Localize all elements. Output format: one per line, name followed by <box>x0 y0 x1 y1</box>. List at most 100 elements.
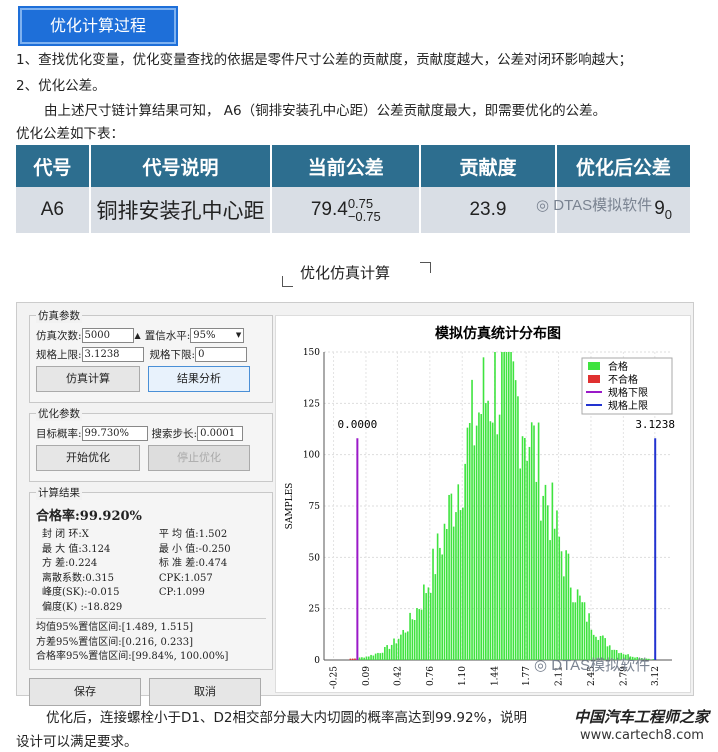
bottom-line-1: 优化后，连接螺栓小于D1、D2相交部分最大内切圆的概率高达到99.92%，说明 <box>46 710 527 726</box>
x-tick-label: 3.12 <box>651 666 661 686</box>
histogram-bar <box>429 592 432 660</box>
simulate-button[interactable]: 仿真计算 <box>36 366 140 392</box>
histogram-bar <box>583 602 586 660</box>
x-tick-label: 1.44 <box>491 666 501 686</box>
legend-item: 合格 <box>608 360 628 373</box>
histogram-bar <box>510 352 512 660</box>
histogram-bar <box>439 547 441 660</box>
histogram-bar <box>526 460 528 660</box>
histogram-bar <box>503 352 505 660</box>
histogram-bar <box>475 425 478 660</box>
histogram-bar <box>425 593 427 660</box>
stats-grid: 封 闭 环:X 平 均 值:1.502 最 大 值:3.124 最 小 值:-0.25… <box>36 528 266 615</box>
watermark-2: ◎ DTAS模拟软件 <box>534 654 650 675</box>
legend-swatch <box>588 375 600 383</box>
histogram-bar <box>487 400 489 660</box>
histogram-bar <box>406 631 409 660</box>
body-line-2: 2、优化公差。 <box>16 78 106 94</box>
y-tick-label: 100 <box>303 451 320 461</box>
target-input[interactable]: 99.730% <box>81 426 148 441</box>
start-optimize-button[interactable]: 开始优化 <box>36 445 140 471</box>
histogram-bar <box>537 422 540 660</box>
histogram-bar <box>498 414 501 660</box>
histogram-bar <box>377 652 379 660</box>
table-header-row: 代号 代号说明 当前公差 贡献度 优化后公差 <box>16 145 690 187</box>
header-current: 当前公差 <box>271 145 422 187</box>
histogram-bar <box>572 602 574 660</box>
analyze-button[interactable]: 结果分析 <box>148 366 250 392</box>
stat-row: 最 大 值:3.124 最 小 值:-0.250 <box>36 543 266 558</box>
histogram-bar <box>553 528 556 660</box>
site-url: www.cartech8.com <box>580 728 704 743</box>
save-button[interactable]: 保存 <box>29 677 141 706</box>
distribution-chart: 模拟仿真统计分布图 0 25 50 75 100 125 150 -0.25 0.09 0.42 0.… <box>275 315 691 693</box>
histogram-bar <box>411 619 414 660</box>
histogram-bar <box>517 396 519 660</box>
histogram-bar <box>574 602 577 660</box>
conf-select[interactable]: 95% ▼ <box>190 328 245 343</box>
histogram-bar <box>558 536 561 660</box>
current-lower: −0.75 <box>347 209 381 224</box>
histogram-bar <box>549 540 551 660</box>
upper-input[interactable]: 3.1238 <box>81 347 144 362</box>
histogram-bar <box>478 412 480 660</box>
histogram-bar <box>445 528 448 660</box>
conf-label: 置信水平: <box>144 330 191 342</box>
count-spinner-icon[interactable]: ▲ <box>135 331 141 340</box>
y-tick-label: 25 <box>309 605 321 615</box>
histogram-bar <box>652 658 655 660</box>
lower-limit-label: 0.0000 <box>337 418 377 431</box>
histogram-bar <box>448 494 450 660</box>
stat-item: 峰度(SK):-0.015 <box>42 587 120 598</box>
histogram-bar <box>409 612 411 660</box>
y-tick-label: 150 <box>303 348 320 358</box>
left-panel: 仿真参数 仿真次数: 5000 ▲ 置信水平: 95% ▼ 规格上限: 3.123… <box>29 308 273 710</box>
y-tick-label: 125 <box>303 399 320 409</box>
stat-item: 平 均 值:1.502 <box>158 529 228 540</box>
wechat-icon-2: ◎ <box>534 657 548 674</box>
stat-item: 最 小 值:-0.250 <box>158 543 231 555</box>
optimization-table: 代号 代号说明 当前公差 贡献度 优化后公差 A6 铜排安装孔中心距 79.4 0… <box>16 145 690 233</box>
body-line-1: 1、查找优化变量，优化变量查找的依据是零件尺寸公差的贡献度，贡献度越大，公差对闭… <box>16 52 633 68</box>
histogram-bar <box>372 655 375 660</box>
histogram-bar <box>567 553 570 660</box>
histogram-bar <box>471 379 473 660</box>
histogram-bar <box>524 437 526 660</box>
stat-row: 封 闭 环:X 平 均 值:1.502 <box>36 528 266 543</box>
histogram-bar <box>413 620 416 660</box>
stop-optimize-button[interactable]: 停止优化 <box>148 445 250 471</box>
histogram-bar <box>395 643 398 660</box>
histogram-bar <box>489 421 492 660</box>
histogram-bar <box>427 587 430 660</box>
histogram-bar <box>563 576 565 660</box>
histogram-bar <box>581 602 584 660</box>
legend-item: 规格上限 <box>608 399 648 412</box>
histogram-bar <box>390 644 393 660</box>
ci-item: 均值95%置信区间:[1.489, 1.515] <box>36 622 194 633</box>
histogram-bar <box>473 445 476 660</box>
header-contribution: 贡献度 <box>420 145 557 187</box>
current-nominal: 79.4 <box>310 199 348 221</box>
cancel-button[interactable]: 取消 <box>149 677 261 706</box>
histogram-bar <box>556 510 558 660</box>
lower-input[interactable]: 0 <box>195 347 248 362</box>
stat-item: 最 大 值:3.124 <box>42 543 111 555</box>
legend-item: 不合格 <box>608 373 638 386</box>
ci-item: 方差95%置信区间:[0.216, 0.233] <box>36 636 194 648</box>
histogram-bar <box>420 609 423 660</box>
count-input[interactable]: 5000 <box>81 328 134 343</box>
step-input[interactable]: 0.0001 <box>197 426 244 441</box>
conf-value: 95% <box>193 330 216 341</box>
site-name: 中国汽车工程师之家 <box>574 708 710 726</box>
upper-limit-label: 3.1238 <box>635 418 675 431</box>
sim-params-label: 仿真参数 <box>36 308 82 323</box>
histogram-bar <box>480 414 483 660</box>
legend-item: 规格下限 <box>608 386 648 399</box>
histogram-bar <box>397 638 400 660</box>
histogram-bar <box>386 645 388 660</box>
count-label: 仿真次数: <box>36 330 82 342</box>
stat-row: 方 差:0.224 标 准 差:0.474 <box>36 557 266 572</box>
histogram-bar <box>519 468 522 660</box>
chevron-down-icon: ▼ <box>235 331 242 339</box>
histogram-bar <box>505 352 508 660</box>
